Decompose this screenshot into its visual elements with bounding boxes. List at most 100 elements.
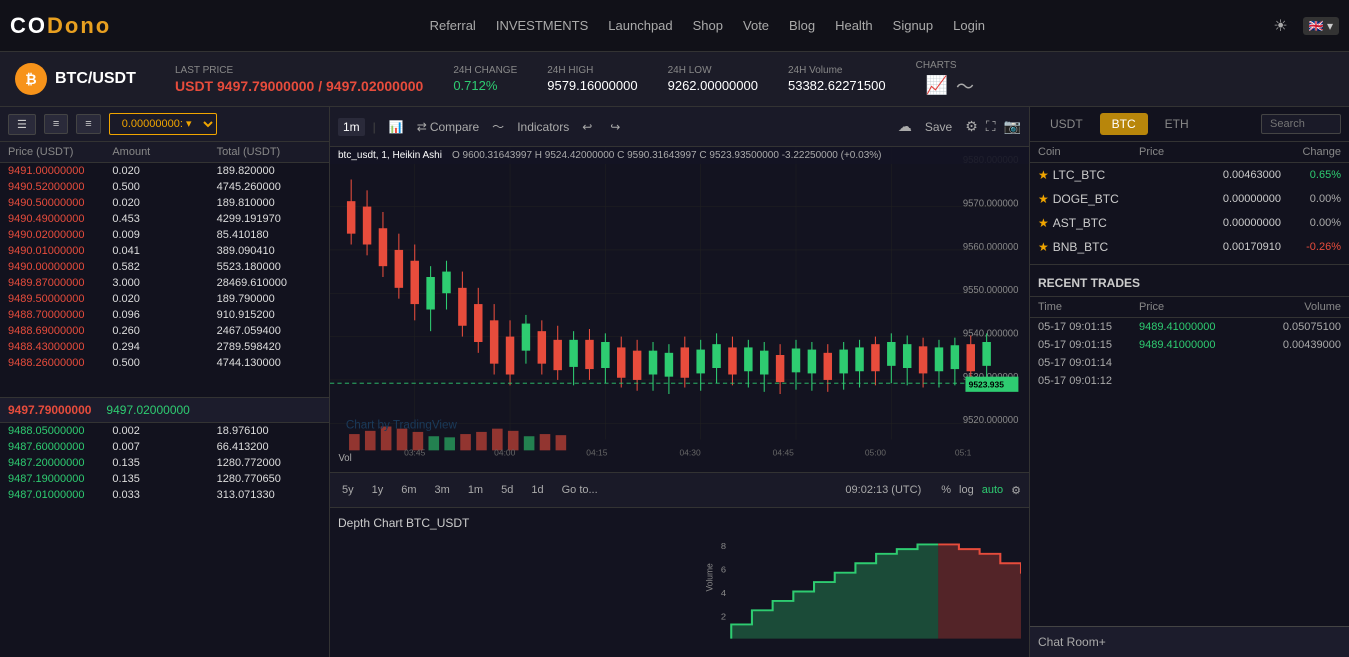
tab-eth[interactable]: ETH xyxy=(1153,113,1201,135)
fullscreen-icon[interactable]: ⛶ xyxy=(986,118,996,135)
sell-order-row[interactable]: 9489.87000000 3.000 28469.610000 xyxy=(0,275,329,291)
tn-3m[interactable]: 3m xyxy=(431,482,454,498)
coin-list-item[interactable]: ★ DOGE_BTC 0.00000000 0.00% xyxy=(1030,187,1349,211)
svg-text:2: 2 xyxy=(721,612,726,622)
change-col-header: Change xyxy=(1240,146,1341,158)
sell-total: 910.915200 xyxy=(217,309,321,321)
wave-icon: 〜 xyxy=(487,116,509,137)
sell-order-row[interactable]: 9488.43000000 0.294 2789.598420 xyxy=(0,339,329,355)
main-chart[interactable]: btc_usdt, 1, Heikin Ashi O 9600.31643997… xyxy=(330,147,1029,472)
log-toggle[interactable]: log xyxy=(959,484,974,496)
amount-col-header: Amount xyxy=(112,146,216,158)
coin-search-input[interactable] xyxy=(1261,114,1341,134)
sell-order-row[interactable]: 9490.52000000 0.500 4745.260000 xyxy=(0,179,329,195)
nav-login[interactable]: Login xyxy=(953,18,985,33)
svg-text:05:00: 05:00 xyxy=(865,448,886,458)
auto-toggle[interactable]: auto xyxy=(982,484,1003,496)
tf-1m[interactable]: 1m xyxy=(338,118,365,136)
rt-time-col: Time xyxy=(1038,301,1139,313)
sell-order-row[interactable]: 9488.69000000 0.260 2467.059400 xyxy=(0,323,329,339)
sell-order-row[interactable]: 9491.00000000 0.020 189.820000 xyxy=(0,163,329,179)
recent-trade-row: 05-17 09:01:15 9489.41000000 0.05075100 xyxy=(1030,318,1349,336)
favorite-star[interactable]: ★ xyxy=(1038,192,1049,206)
buy-price: 9487.20000000 xyxy=(8,457,112,469)
nav-signup[interactable]: Signup xyxy=(893,18,933,33)
order-book: ☰ ≡ ≡ 0.00000000: ▾ Price (USDT) Amount … xyxy=(0,107,330,657)
tn-5y[interactable]: 5y xyxy=(338,482,358,498)
coin-list-item[interactable]: ★ LTC_BTC 0.00463000 0.65% xyxy=(1030,163,1349,187)
nav-referral[interactable]: Referral xyxy=(430,18,476,33)
tn-6m[interactable]: 6m xyxy=(397,482,420,498)
coin-name: BNB_BTC xyxy=(1053,240,1191,254)
sell-amount: 0.020 xyxy=(112,293,216,305)
trading-pair[interactable]: BTC/USDT xyxy=(55,70,136,88)
favorite-star[interactable]: ★ xyxy=(1038,168,1049,182)
buy-order-row[interactable]: 9487.19000000 0.135 1280.770650 xyxy=(0,471,329,487)
language-selector[interactable]: 🇬🇧 ▾ xyxy=(1303,17,1339,35)
compare-btn[interactable]: ⇄ Compare xyxy=(417,120,479,134)
buy-order-row[interactable]: 9488.05000000 0.002 18.976100 xyxy=(0,423,329,439)
sell-order-row[interactable]: 9490.49000000 0.453 4299.191970 xyxy=(0,211,329,227)
sell-order-row[interactable]: 9490.01000000 0.041 389.090410 xyxy=(0,243,329,259)
right-panel: USDT BTC ETH Coin Price Change ★ LTC_BTC… xyxy=(1029,107,1349,657)
coin-list: ★ LTC_BTC 0.00463000 0.65% ★ DOGE_BTC 0.… xyxy=(1030,163,1349,259)
buy-price: 9487.60000000 xyxy=(8,441,112,453)
price-precision-select[interactable]: 0.00000000: ▾ xyxy=(109,113,217,135)
settings-gear-icon[interactable]: ⚙ xyxy=(965,118,978,135)
save-btn[interactable]: Save xyxy=(920,118,957,136)
buy-price: 9487.19000000 xyxy=(8,473,112,485)
logo[interactable]: CODono xyxy=(10,13,111,39)
tab-usdt[interactable]: USDT xyxy=(1038,113,1095,135)
nav-health[interactable]: Health xyxy=(835,18,873,33)
favorite-star[interactable]: ★ xyxy=(1038,240,1049,254)
ob-list-btn[interactable]: ☰ xyxy=(8,114,36,135)
buy-order-row[interactable]: 9487.60000000 0.007 66.413200 xyxy=(0,439,329,455)
favorite-star[interactable]: ★ xyxy=(1038,216,1049,230)
indicators-btn[interactable]: Indicators xyxy=(517,120,569,134)
tab-btc[interactable]: BTC xyxy=(1100,113,1148,135)
line-chart-icon[interactable]: 📈 xyxy=(926,75,948,96)
tn-goto[interactable]: Go to... xyxy=(558,482,602,498)
ob-buy-btn[interactable]: ≡ xyxy=(44,114,68,134)
coin-list-item[interactable]: ★ BNB_BTC 0.00170910 -0.26% xyxy=(1030,235,1349,259)
nav-shop[interactable]: Shop xyxy=(693,18,723,33)
percent-toggle[interactable]: % xyxy=(941,484,951,496)
nav-investments[interactable]: INVESTMENTS xyxy=(496,18,588,33)
sell-order-row[interactable]: 9490.50000000 0.020 189.810000 xyxy=(0,195,329,211)
sell-amount: 0.020 xyxy=(112,165,216,177)
sell-order-row[interactable]: 9490.00000000 0.582 5523.180000 xyxy=(0,259,329,275)
ob-sell-btn[interactable]: ≡ xyxy=(76,114,100,134)
redo-icon[interactable]: ↪ xyxy=(605,118,625,136)
buy-order-row[interactable]: 9487.01000000 0.033 313.071330 xyxy=(0,487,329,503)
sell-order-row[interactable]: 9490.02000000 0.009 85.410180 xyxy=(0,227,329,243)
tn-1d[interactable]: 1d xyxy=(527,482,547,498)
chat-room-button[interactable]: Chat Room+ xyxy=(1030,626,1349,657)
trade-volume: 0.05075100 xyxy=(1240,321,1341,333)
rt-header: Time Price Volume xyxy=(1030,297,1349,318)
undo-icon[interactable]: ↩ xyxy=(577,118,597,136)
nav-blog[interactable]: Blog xyxy=(789,18,815,33)
tn-5d[interactable]: 5d xyxy=(497,482,517,498)
candle-chart-icon[interactable]: 〜 xyxy=(956,73,974,99)
coin-list-item[interactable]: ★ AST_BTC 0.00000000 0.00% xyxy=(1030,211,1349,235)
tn-1y[interactable]: 1y xyxy=(368,482,388,498)
nav-vote[interactable]: Vote xyxy=(743,18,769,33)
sell-order-row[interactable]: 9488.26000000 0.500 4744.130000 xyxy=(0,355,329,371)
time-navigation: 5y 1y 6m 3m 1m 5d 1d Go to... 09:02:13 (… xyxy=(330,472,1029,507)
camera-icon[interactable]: 📷 xyxy=(1004,118,1021,135)
chart-type-icon[interactable]: 📊 xyxy=(384,118,409,136)
svg-text:05:1: 05:1 xyxy=(955,448,972,458)
price-col-header-rp: Price xyxy=(1139,146,1240,158)
nav-launchpad[interactable]: Launchpad xyxy=(608,18,672,33)
tn-1m[interactable]: 1m xyxy=(464,482,487,498)
trade-volume: 0.00439000 xyxy=(1240,339,1341,351)
coin-change: 0.00% xyxy=(1281,193,1341,205)
high-section: 24H HIGH 9579.16000000 xyxy=(547,65,637,93)
cloud-icon[interactable]: ☁ xyxy=(898,118,912,135)
buy-order-row[interactable]: 9487.20000000 0.135 1280.772000 xyxy=(0,455,329,471)
chart-settings-icon[interactable]: ⚙ xyxy=(1011,484,1021,497)
low-label: 24H LOW xyxy=(668,65,758,76)
sell-order-row[interactable]: 9488.70000000 0.096 910.915200 xyxy=(0,307,329,323)
settings-icon[interactable]: ☀ xyxy=(1273,16,1287,36)
sell-order-row[interactable]: 9489.50000000 0.020 189.790000 xyxy=(0,291,329,307)
